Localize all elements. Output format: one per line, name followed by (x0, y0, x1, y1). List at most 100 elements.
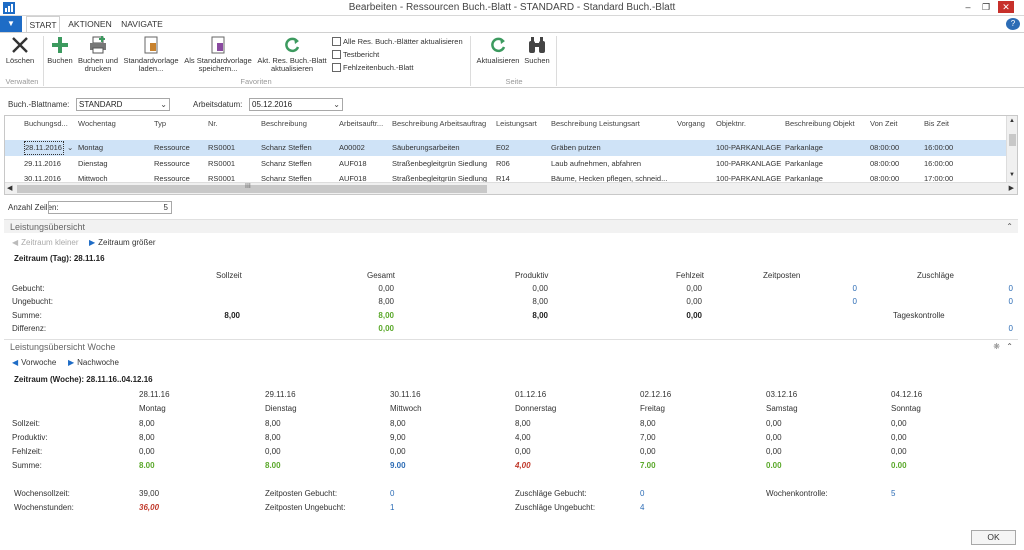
time-entries-unposted-link[interactable]: 1 (390, 503, 394, 513)
table-row[interactable]: 29.11.2016 Dienstag Ressource RS0001 Sch… (5, 156, 1007, 172)
post-print-button[interactable]: Buchen und drucken (76, 35, 120, 73)
time-entries-posted-link[interactable]: 0 (390, 489, 394, 499)
surcharges-unposted-link[interactable]: 4 (640, 503, 644, 513)
cell[interactable]: 29.11.2016 (24, 156, 74, 172)
row-count-field[interactable]: 5 (48, 201, 172, 214)
tab-navigate[interactable]: NAVIGATE (118, 16, 166, 32)
scroll-right-icon[interactable]: ▶ (1009, 184, 1014, 192)
settings-icon[interactable]: ❋ (993, 342, 1000, 351)
column-header[interactable]: Beschreibung Arbeitsauftrag (392, 116, 494, 132)
column-header[interactable]: Von Zeit (870, 116, 920, 132)
help-icon[interactable]: ? (1006, 18, 1020, 30)
weekly-section-header[interactable]: Leistungsübersicht Woche ❋ ⌃ (4, 339, 1018, 353)
minimize-icon[interactable]: – (962, 1, 974, 13)
cell[interactable]: Gräben putzen (551, 140, 673, 156)
cell[interactable]: Straßenbegleitgrün Siedlung (392, 156, 494, 172)
ungebucht-zuschlaege-link[interactable]: 0 (976, 297, 1013, 307)
search-button[interactable]: Suchen (522, 35, 552, 65)
cell[interactable]: Ressource (154, 156, 204, 172)
cell[interactable]: A00002 (339, 140, 389, 156)
cell[interactable]: Montag (78, 140, 138, 156)
cell[interactable]: Parkanlage (785, 156, 855, 172)
scroll-left-icon[interactable]: ◀ (7, 184, 12, 192)
absence-journal-button[interactable]: Fehlzeitenbuch.-Blatt (332, 62, 413, 73)
cell[interactable]: 100-PARKANLAGE (716, 140, 782, 156)
cell[interactable]: Schanz Steffen (261, 156, 331, 172)
cell[interactable]: 16:00:00 (924, 140, 974, 156)
cell[interactable]: Ressource (154, 140, 204, 156)
horizontal-scrollbar[interactable]: ◀ III ▶ (5, 182, 1017, 194)
cell[interactable]: RS0001 (208, 156, 248, 172)
next-week-button[interactable]: ▶ Nachwoche (68, 358, 119, 367)
vertical-scrollbar[interactable]: ▲ ▼ (1006, 116, 1017, 182)
gebucht-zeitposten-link[interactable]: 0 (820, 284, 857, 294)
ribbon-menu-button[interactable]: ▼ (0, 16, 22, 32)
cell[interactable] (677, 140, 713, 156)
scroll-up-icon[interactable]: ▲ (1009, 118, 1015, 124)
column-header[interactable]: Leistungsart (496, 116, 548, 132)
cell[interactable]: R06 (496, 156, 536, 172)
day-sollzeit: 8,00 (640, 419, 656, 428)
cell[interactable] (677, 156, 713, 172)
column-header[interactable]: Buchungsd... (24, 116, 78, 132)
weekly-check-link[interactable]: 5 (891, 489, 895, 499)
table-row[interactable]: 28.11.2016 ⌄ Montag Ressource RS0001 Sch… (5, 140, 1007, 156)
refresh-button[interactable]: Aktualisieren (474, 35, 522, 65)
save-template-button[interactable]: Als Standardvorlage speichern... (183, 35, 253, 73)
refresh-journal-button[interactable]: Akt. Res. Buch.-Blatt aktualisieren (256, 35, 328, 73)
ok-button[interactable]: OK (971, 530, 1016, 545)
cell[interactable]: 16:00:00 (924, 156, 974, 172)
performance-section-header[interactable]: Leistungsübersicht ⌃ (4, 219, 1018, 233)
gebucht-zuschlaege-link[interactable]: 0 (976, 284, 1013, 294)
cell[interactable]: Dienstag (78, 156, 138, 172)
refresh-all-journals-button[interactable]: Alle Res. Buch.-Blätter aktualisieren (332, 36, 463, 47)
scroll-thumb[interactable] (1009, 134, 1016, 146)
daily-check-value-link[interactable]: 0 (976, 324, 1013, 334)
cell[interactable]: 08:00:00 (870, 140, 920, 156)
column-header[interactable]: Wochentag (78, 116, 138, 132)
prev-week-button[interactable]: ◀ Vorwoche (12, 358, 56, 367)
chevron-down-icon[interactable]: ⌄ (160, 99, 167, 110)
test-report-button[interactable]: Testbericht (332, 49, 379, 60)
column-header[interactable]: Arbeitsauftr... (339, 116, 391, 132)
post-icon (52, 37, 68, 53)
collapse-icon[interactable]: ⌃ (1006, 342, 1013, 351)
column-header[interactable]: Bis Zeit (924, 116, 974, 132)
cell[interactable]: AUF018 (339, 156, 389, 172)
cell[interactable]: Säuberungsarbeiten (392, 140, 494, 156)
restore-icon[interactable]: ❐ (980, 1, 992, 13)
work-date-field[interactable]: 05.12.2016 ⌄ (249, 98, 343, 111)
cell[interactable]: 100-PARKANLAGE (716, 156, 782, 172)
scroll-down-icon[interactable]: ▼ (1009, 172, 1015, 178)
post-button[interactable]: Buchen (46, 35, 74, 65)
scroll-thumb[interactable]: III (17, 183, 487, 193)
column-header[interactable]: Nr. (208, 116, 248, 132)
period-smaller-button[interactable]: ◀ Zeitraum kleiner (12, 238, 79, 247)
tab-start[interactable]: START (26, 16, 60, 32)
period-larger-button[interactable]: ▶ Zeitraum größer (89, 238, 156, 247)
load-template-button[interactable]: Standardvorlage laden... (122, 35, 180, 73)
delete-button[interactable]: Löschen (2, 35, 38, 65)
collapse-icon[interactable]: ⌃ (1006, 222, 1013, 231)
cell[interactable]: E02 (496, 140, 536, 156)
chevron-down-icon[interactable]: ⌄ (333, 99, 340, 110)
column-header[interactable]: Beschreibung (261, 116, 327, 132)
surcharges-posted-link[interactable]: 0 (640, 489, 644, 499)
column-header[interactable]: Typ (154, 116, 194, 132)
cell[interactable]: Laub aufnehmen, abfahren (551, 156, 673, 172)
tab-aktionen[interactable]: AKTIONEN (66, 16, 114, 32)
chevron-down-icon[interactable]: ⌄ (67, 140, 75, 156)
ungebucht-zeitposten-link[interactable]: 0 (820, 297, 857, 307)
posting-date-cell[interactable]: 28.11.2016 (24, 141, 64, 155)
close-icon[interactable]: ✕ (998, 1, 1014, 13)
cell[interactable]: Schanz Steffen (261, 140, 331, 156)
weekly-check-label: Wochenkontrolle: (766, 489, 828, 498)
cell[interactable]: Parkanlage (785, 140, 855, 156)
cell[interactable]: 08:00:00 (870, 156, 920, 172)
cell[interactable]: RS0001 (208, 140, 248, 156)
column-header[interactable]: Beschreibung Objekt (785, 116, 865, 132)
journal-name-field[interactable]: STANDARD ⌄ (76, 98, 170, 111)
column-header[interactable]: Objektnr. (716, 116, 782, 132)
column-header[interactable]: Beschreibung Leistungsart (551, 116, 671, 132)
column-header[interactable]: Vorgang (677, 116, 713, 132)
